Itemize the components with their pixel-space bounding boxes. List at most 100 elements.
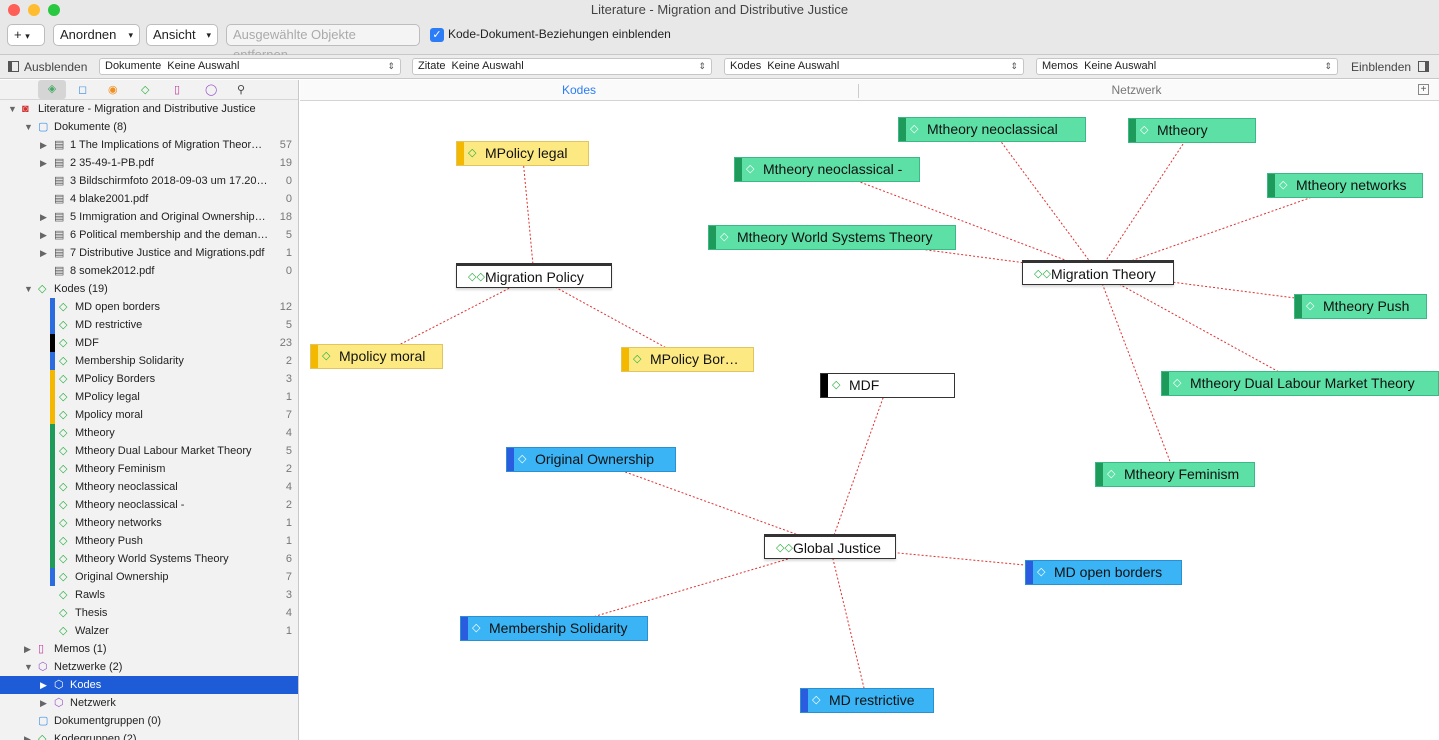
disclosure-closed-icon[interactable]: ▶ [40, 694, 47, 712]
search-icon[interactable]: ⚲ [237, 83, 245, 96]
code-node-mtheory-networks[interactable]: ◇ Mtheory networks [1267, 173, 1423, 198]
code-item[interactable]: ◇ Original Ownership 7 [0, 568, 298, 586]
disclosure-open-icon[interactable]: ▼ [24, 118, 33, 136]
code-node-mtheory-world[interactable]: ◇ Mtheory World Systems Theory [708, 225, 956, 250]
show-relations-checkbox[interactable]: ✓ [430, 28, 444, 42]
hub-node-global-justice[interactable]: ◇◇ Global Justice [764, 534, 896, 559]
memos-group[interactable]: ▶ ▯ Memos (1) [0, 640, 298, 658]
memo-icon[interactable]: ▯ [174, 83, 180, 96]
zoom-window-button[interactable] [48, 4, 60, 16]
disclosure-closed-icon[interactable]: ▶ [40, 154, 47, 172]
arrange-button[interactable]: Anordnen ▾ [53, 24, 140, 46]
code-item[interactable]: ◇ Mtheory neoclassical - 2 [0, 496, 298, 514]
code-item[interactable]: ◇ Mtheory networks 1 [0, 514, 298, 532]
code-item[interactable]: ◇ Thesis 4 [0, 604, 298, 622]
code-item[interactable]: ◇ Mpolicy moral 7 [0, 406, 298, 424]
disclosure-open-icon[interactable]: ▼ [24, 280, 33, 298]
document-groups[interactable]: ▢ Dokumentgruppen (0) [0, 712, 298, 730]
code-node-md-open-borders[interactable]: ◇ MD open borders [1025, 560, 1182, 585]
network-icon[interactable]: ◯ [205, 83, 217, 96]
document-item[interactable]: ▤ 3 Bildschirmfoto 2018-09-03 um 17.20… 0 [0, 172, 298, 190]
document-item[interactable]: ▶ ▤ 7 Distributive Justice and Migrations.… [0, 244, 298, 262]
show-panel-icon[interactable] [1418, 61, 1429, 72]
code-node-original-ownership[interactable]: ◇ Original Ownership [506, 447, 676, 472]
disclosure-closed-icon[interactable]: ▶ [40, 676, 47, 694]
code-icon[interactable]: ◇ [141, 83, 149, 96]
code-node-mtheory-neoclassical[interactable]: ◇ Mtheory neoclassical [898, 117, 1086, 142]
code-groups[interactable]: ▶ ◇ Kodegruppen (2) [0, 730, 298, 740]
code-item[interactable]: ◇ Mtheory Feminism 2 [0, 460, 298, 478]
document-item[interactable]: ▶ ▤ 2 35-49-1-PB.pdf 19 [0, 154, 298, 172]
remove-selected-button[interactable]: Ausgewählte Objekte entfernen [226, 24, 420, 62]
show-label[interactable]: Einblenden [1351, 60, 1411, 74]
document-item[interactable]: ▶ ▤ 1 The Implications of Migration Theor…… [0, 136, 298, 154]
edge-migration-theory-mtheory-neoclassical[interactable] [991, 129, 1099, 273]
code-node-mpolicy-moral[interactable]: ◇ Mpolicy moral [310, 344, 443, 369]
project-root[interactable]: ▼ ◙ Literature - Migration and Distributiv… [0, 100, 298, 118]
code-node-mtheory[interactable]: ◇ Mtheory [1128, 118, 1256, 143]
codes-filter[interactable]: Kodes Keine Auswahl ⇕ [724, 58, 1024, 75]
code-item[interactable]: ◇ Mtheory 4 [0, 424, 298, 442]
edge-global-justice-mdf[interactable] [829, 385, 888, 547]
disclosure-closed-icon[interactable]: ▶ [40, 136, 47, 154]
code-node-mtheory-feminism[interactable]: ◇ Mtheory Feminism [1095, 462, 1255, 487]
code-node-mtheory-push[interactable]: ◇ Mtheory Push [1294, 294, 1427, 319]
code-item[interactable]: ◇ Mtheory Dual Labour Market Theory 5 [0, 442, 298, 460]
code-item[interactable]: ◇ Walzer 1 [0, 622, 298, 640]
code-node-mtheory-dual[interactable]: ◇ Mtheory Dual Labour Market Theory [1161, 371, 1439, 396]
quotes-filter[interactable]: Zitate Keine Auswahl ⇕ [412, 58, 712, 75]
document-icon[interactable]: ◻ [78, 83, 87, 96]
network-item-0[interactable]: ▶ ⬡ Kodes [0, 676, 298, 694]
disclosure-closed-icon[interactable]: ▶ [40, 208, 47, 226]
add-tab-icon[interactable]: + [1418, 84, 1429, 95]
edge-migration-theory-mtheory-dual[interactable] [1097, 272, 1301, 384]
networks-group[interactable]: ▼ ⬡ Netzwerke (2) [0, 658, 298, 676]
disclosure-closed-icon[interactable]: ▶ [24, 730, 31, 740]
code-node-mpolicy-borders[interactable]: ◇ MPolicy Bor… [621, 347, 754, 372]
memos-filter[interactable]: Memos Keine Auswahl ⇕ [1036, 58, 1338, 75]
code-item[interactable]: ◇ MD open borders 12 [0, 298, 298, 316]
code-item[interactable]: ◇ Rawls 3 [0, 586, 298, 604]
edge-global-justice-md-restrictive[interactable] [829, 546, 868, 701]
code-item[interactable]: ◇ MDF 23 [0, 334, 298, 352]
disclosure-closed-icon[interactable]: ▶ [40, 226, 47, 244]
tab-codes[interactable]: Kodes [300, 83, 858, 97]
network-item-1[interactable]: ▶ ⬡ Netzwerk [0, 694, 298, 712]
document-item[interactable]: ▶ ▤ 6 Political membership and the deman… 5 [0, 226, 298, 244]
edge-migration-theory-mtheory[interactable] [1097, 130, 1193, 273]
code-item[interactable]: ◇ MPolicy Borders 3 [0, 370, 298, 388]
view-button[interactable]: Ansicht ▾ [146, 24, 218, 46]
code-item[interactable]: ◇ MPolicy legal 1 [0, 388, 298, 406]
code-node-membership-solidarity[interactable]: ◇ Membership Solidarity [460, 616, 648, 641]
disclosure-open-icon[interactable]: ▼ [8, 100, 17, 118]
edge-migration-policy-mpolicy-legal[interactable] [522, 153, 535, 276]
code-item[interactable]: ◇ Membership Solidarity 2 [0, 352, 298, 370]
codes-group[interactable]: ▼ ◇ Kodes (19) [0, 280, 298, 298]
edge-migration-theory-mtheory-neoclassical-dash[interactable] [826, 169, 1099, 273]
document-item[interactable]: ▶ ▤ 5 Immigration and Original Ownership… 1… [0, 208, 298, 226]
project-explorer-icon[interactable]: ◈ [38, 80, 66, 99]
code-item[interactable]: ◇ Mtheory World Systems Theory 6 [0, 550, 298, 568]
code-node-md-restrictive[interactable]: ◇ MD restrictive [800, 688, 934, 713]
disclosure-closed-icon[interactable]: ▶ [40, 244, 47, 262]
code-node-mpolicy-legal[interactable]: ◇ MPolicy legal [456, 141, 589, 166]
document-item[interactable]: ▤ 8 somek2012.pdf 0 [0, 262, 298, 280]
disclosure-closed-icon[interactable]: ▶ [24, 640, 31, 658]
code-node-mdf[interactable]: ◇ MDF [820, 373, 955, 398]
code-item[interactable]: ◇ Mtheory Push 1 [0, 532, 298, 550]
hub-node-migration-policy[interactable]: ◇◇ Migration Policy [456, 263, 612, 288]
add-button[interactable]: + ▾ [7, 24, 45, 46]
documents-group[interactable]: ▼ ▢ Dokumente (8) [0, 118, 298, 136]
disclosure-open-icon[interactable]: ▼ [24, 658, 33, 676]
close-window-button[interactable] [8, 4, 20, 16]
documents-filter[interactable]: Dokumente Keine Auswahl ⇕ [99, 58, 401, 75]
hub-node-migration-theory[interactable]: ◇◇ Migration Theory [1022, 260, 1174, 285]
hide-sidebar-icon[interactable] [8, 61, 19, 72]
code-item[interactable]: ◇ MD restrictive 5 [0, 316, 298, 334]
code-node-mtheory-neoclassical-dash[interactable]: ◇ Mtheory neoclassical - [734, 157, 920, 182]
quotation-icon[interactable]: ◉ [108, 83, 118, 96]
tab-network[interactable]: Netzwerk [859, 83, 1414, 97]
hide-label[interactable]: Ausblenden [24, 60, 87, 74]
minimize-window-button[interactable] [28, 4, 40, 16]
code-item[interactable]: ◇ Mtheory neoclassical 4 [0, 478, 298, 496]
